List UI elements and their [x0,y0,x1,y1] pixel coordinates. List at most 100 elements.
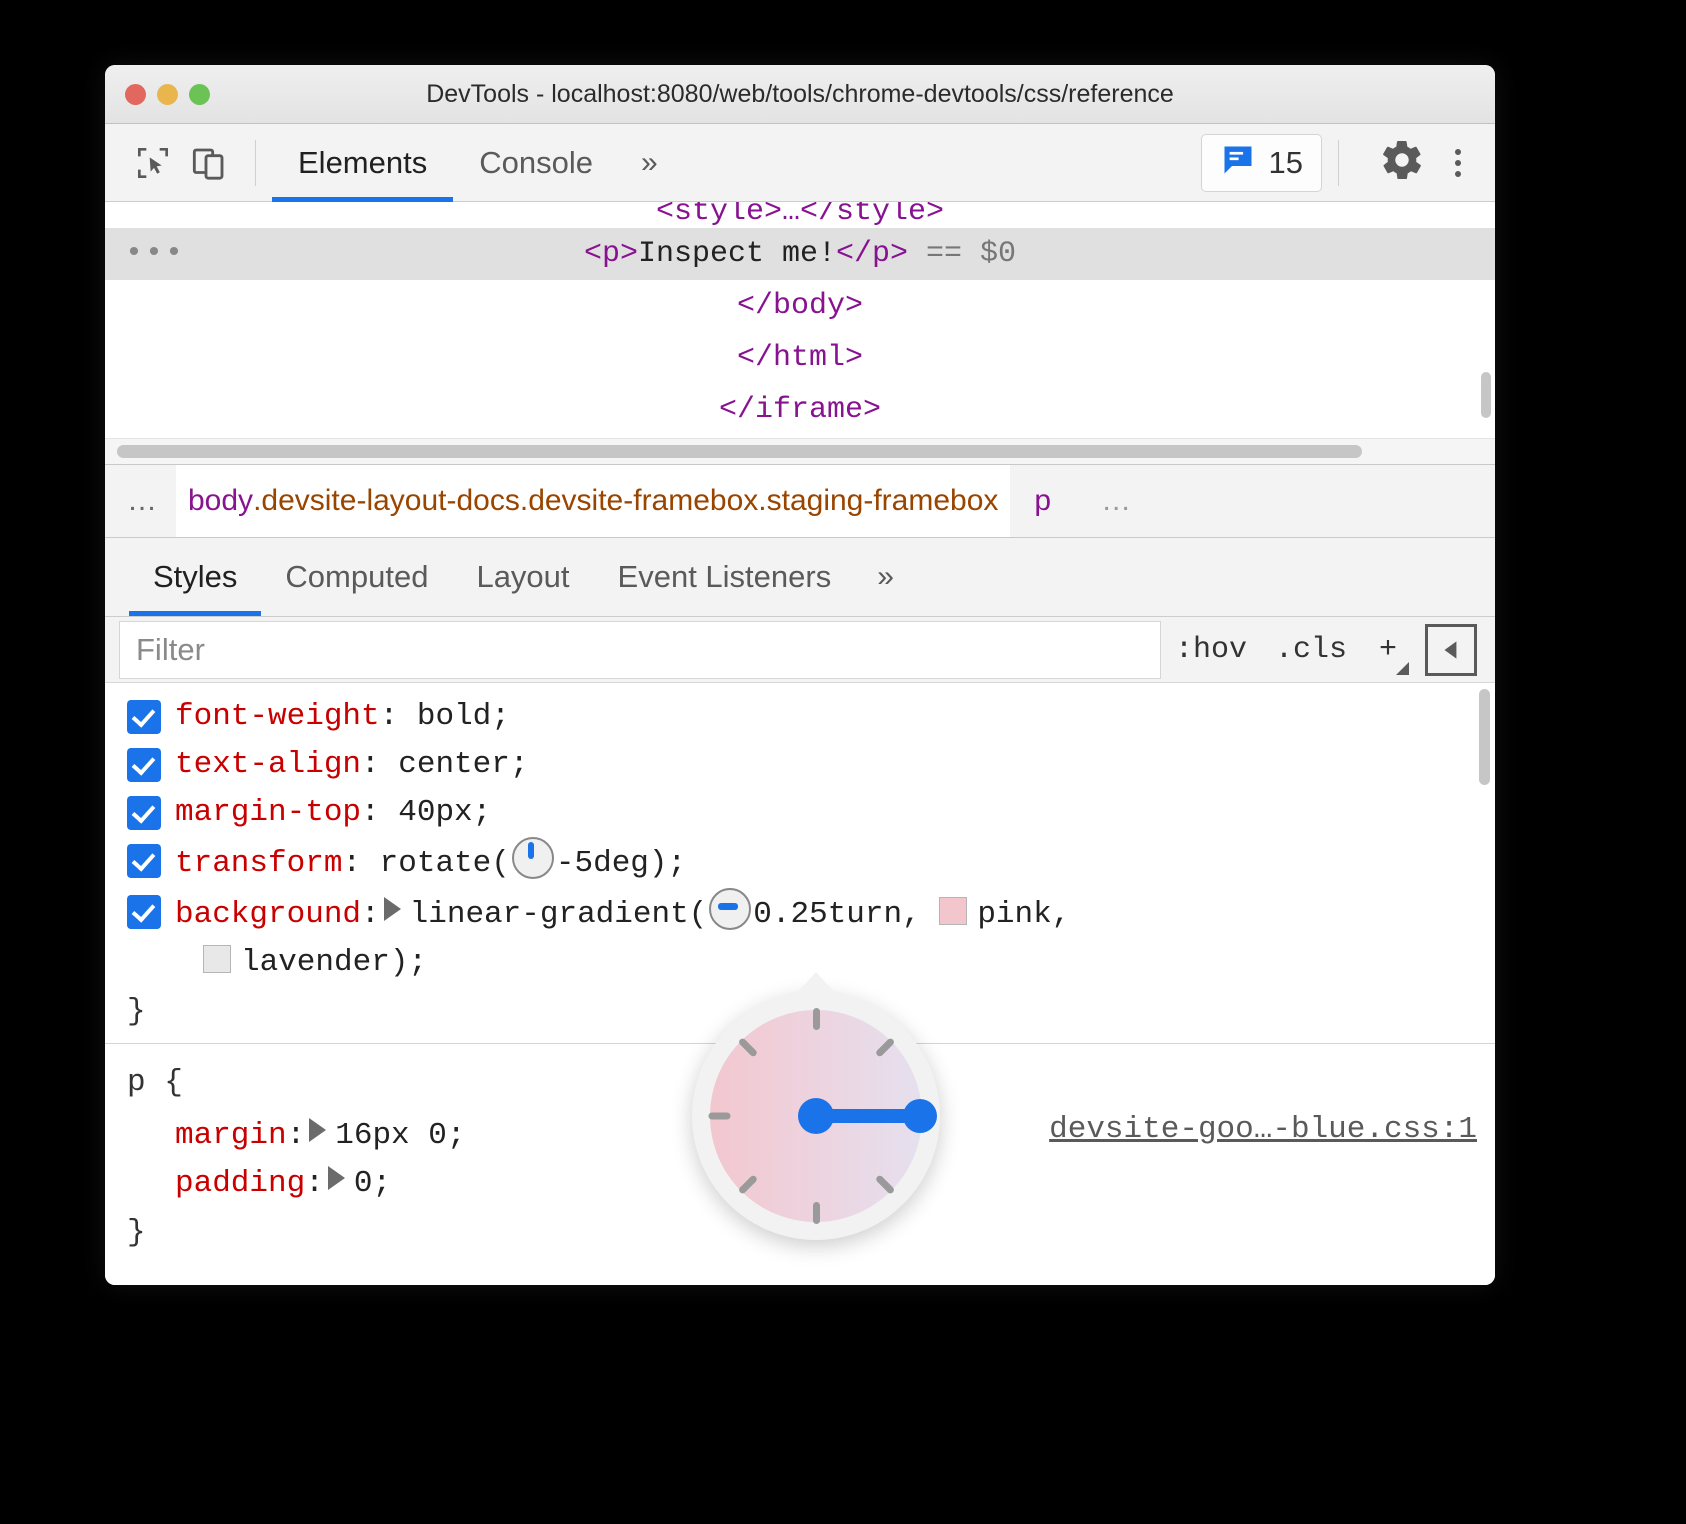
dial-tick [813,1008,820,1030]
hover-state-button[interactable]: :hov [1161,633,1261,667]
window-traffic-lights [125,84,210,105]
tab-computed[interactable]: Computed [261,538,452,616]
expand-shorthand-icon[interactable] [309,1118,326,1142]
dom-tree-panel[interactable]: <style>…</style> ••• <p>Inspect me!</p> … [105,202,1495,464]
declaration-checkbox[interactable] [127,844,161,878]
property-value-suffix[interactable]: -5deg); [556,846,686,881]
dom-line-iframe-close[interactable]: </iframe> [105,384,1495,436]
property-name[interactable]: font-weight [175,699,380,734]
property-colon: : [380,699,417,734]
property-value-prefix: linear-gradient( [410,897,708,932]
property-value-prefix: rotate( [380,846,510,881]
dom-line-html-close[interactable]: </html> [105,332,1495,384]
tab-layout[interactable]: Layout [452,538,593,616]
gear-icon[interactable] [1379,137,1425,188]
property-value[interactable]: bold; [417,699,510,734]
screenshot-root: DevTools - localhost:8080/web/tools/chro… [0,0,1686,1524]
property-value[interactable]: center; [398,747,528,782]
more-panels-icon[interactable]: » [619,146,677,180]
property-name[interactable]: transform [175,846,342,881]
property-colon: : [305,1166,324,1201]
dial-handle[interactable] [903,1099,937,1133]
declaration-checkbox[interactable] [127,796,161,830]
breadcrumb-item-p[interactable]: p [1010,465,1075,537]
declaration-checkbox[interactable] [127,895,161,929]
dom-line-text: <style>…</style> [656,202,944,228]
dial-tick [813,1202,820,1224]
minimize-window-button[interactable] [157,84,178,105]
tab-event-listeners[interactable]: Event Listeners [594,538,856,616]
new-style-rule-button[interactable]: + [1361,633,1411,667]
stylesheet-source-link[interactable]: devsite-goo…-blue.css:1 [1049,1112,1477,1147]
element-classes-button[interactable]: .cls [1261,633,1361,667]
lavender-swatch[interactable] [203,945,231,973]
message-bubble-icon [1220,142,1256,183]
maximize-window-button[interactable] [189,84,210,105]
property-value[interactable]: 0; [354,1166,391,1201]
message-count-label: 15 [1269,145,1303,181]
tab-console[interactable]: Console [453,124,619,202]
gradient-angle-value[interactable]: 0.25turn, [753,897,939,932]
dom-tree-vertical-scrollbar[interactable] [1481,372,1491,418]
toolbar-divider [255,140,256,186]
property-colon: : [361,795,398,830]
window-titlebar: DevTools - localhost:8080/web/tools/chro… [105,65,1495,124]
dom-line-selected-p[interactable]: ••• <p>Inspect me!</p> == $0 [105,228,1495,280]
expand-shorthand-icon[interactable] [384,897,401,921]
property-colon: : [361,747,398,782]
property-name[interactable]: margin [175,1118,287,1153]
property-name[interactable]: margin-top [175,795,361,830]
gradient-color-1[interactable]: pink, [977,897,1070,932]
inspect-cursor-icon[interactable] [127,137,179,189]
gradient-angle-icon[interactable] [709,888,751,930]
property-value[interactable]: 40px; [398,795,491,830]
property-value[interactable]: 16px 0; [335,1118,465,1153]
property-colon: : [361,897,380,932]
declaration-font-weight[interactable]: font-weight: bold; [105,693,1495,741]
plus-dropdown-arrow-icon[interactable] [1396,662,1409,675]
devtools-toolbar: Elements Console » 15 [105,124,1495,202]
breadcrumb-overflow-right[interactable]: … [1075,465,1160,537]
property-colon: : [287,1118,306,1153]
panel-collapse-icon[interactable] [1425,624,1477,676]
property-name[interactable]: background [175,897,361,932]
breadcrumb-overflow-left[interactable]: … [105,465,176,537]
breadcrumb-tag-name: body [188,484,253,518]
property-name[interactable]: text-align [175,747,361,782]
dom-open-tag: <p> [584,237,638,271]
declaration-checkbox[interactable] [127,700,161,734]
gradient-color-2[interactable]: lavender); [241,945,427,980]
pink-swatch[interactable] [939,897,967,925]
dial-tick [708,1113,730,1120]
breadcrumb-item-body[interactable]: body.devsite-layout-docs.devsite-framebo… [176,465,1010,537]
dom-line-body-close[interactable]: </body> [105,280,1495,332]
dom-selected-marker: == $0 [926,237,1016,271]
more-sidebar-tabs-icon[interactable]: » [855,560,913,594]
dial-pointer-arrow-icon [794,972,838,996]
close-window-button[interactable] [125,84,146,105]
tab-elements[interactable]: Elements [272,124,453,202]
console-message-counter[interactable]: 15 [1201,134,1322,192]
styles-sidebar-tabs: Styles Computed Layout Event Listeners » [105,538,1495,617]
gradient-angle-dial[interactable] [692,992,940,1240]
tab-styles[interactable]: Styles [129,538,261,616]
dom-tree-horizontal-scrollbar[interactable] [117,445,1362,458]
styles-filter-row: Filter :hov .cls + [105,617,1495,683]
declaration-transform[interactable]: transform: rotate( -5deg); [105,837,1495,888]
dom-line-ellipsis: ••• [125,228,185,280]
dom-line-style[interactable]: <style>…</style> [105,202,1495,228]
rotate-angle-icon[interactable] [512,837,554,879]
expand-shorthand-icon[interactable] [328,1166,345,1190]
declaration-margin-top[interactable]: margin-top: 40px; [105,789,1495,837]
styles-pane-scrollbar[interactable] [1479,689,1490,785]
property-colon: : [342,846,379,881]
kebab-menu-icon[interactable] [1443,149,1473,177]
device-toolbar-icon[interactable] [183,137,235,189]
toolbar-divider-2 [1338,140,1339,186]
declaration-background[interactable]: background: linear-gradient( 0.25turn, pin… [105,888,1495,939]
dom-text-node: Inspect me! [638,237,836,271]
property-name[interactable]: padding [175,1166,305,1201]
declaration-text-align[interactable]: text-align: center; [105,741,1495,789]
declaration-checkbox[interactable] [127,748,161,782]
filter-input[interactable]: Filter [119,621,1161,679]
